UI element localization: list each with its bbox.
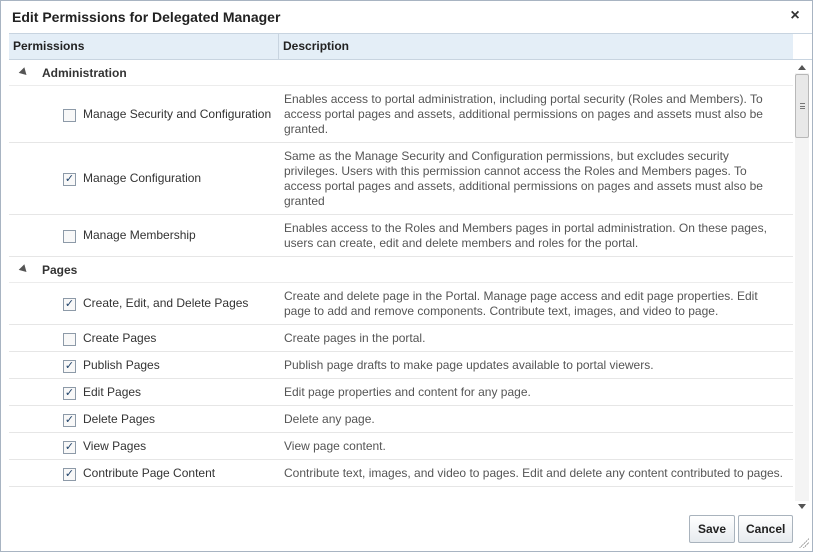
description-cell: View page content.: [284, 439, 386, 453]
table-row: Create Pages Create pages in the portal.: [9, 325, 793, 352]
scrollbar-thumb[interactable]: [795, 74, 809, 138]
description-cell: Same as the Manage Security and Configur…: [284, 149, 763, 208]
cancel-button[interactable]: Cancel: [738, 515, 793, 543]
permission-checkbox[interactable]: ✓: [63, 173, 76, 186]
table-row: ✓ Manage Configuration Same as the Manage …: [9, 143, 793, 215]
description-cell: Create pages in the portal.: [284, 331, 426, 345]
description-column-header[interactable]: Description: [279, 34, 793, 59]
description-cell: Enables access to the Roles and Members …: [284, 221, 767, 250]
collapse-triangle-icon[interactable]: [18, 264, 30, 275]
table-row: Manage Membership Enables access to the R…: [9, 215, 793, 257]
permission-cell: Manage Security and Configuration: [9, 86, 279, 142]
table-row: Manage Security and Configuration Enables…: [9, 86, 793, 143]
permission-cell: Manage Membership: [9, 215, 279, 256]
permission-cell: ✓ Contribute Page Content: [9, 460, 279, 486]
permission-cell: ✓ Delete Pages: [9, 406, 279, 432]
permissions-column-header[interactable]: Permissions: [9, 34, 279, 59]
permission-label: Create, Edit, and Delete Pages: [83, 296, 249, 310]
table-row: ✓ Contribute Page Content Contribute text,…: [9, 460, 793, 487]
group-row-pages[interactable]: Pages: [9, 257, 793, 283]
close-icon[interactable]: ×: [787, 7, 803, 25]
scroll-down-arrow-icon[interactable]: [798, 504, 806, 509]
permissions-table-body: Administration Manage Security and Config…: [9, 60, 793, 515]
collapse-triangle-icon[interactable]: [18, 67, 30, 78]
dialog-footer: Save Cancel: [1, 515, 812, 551]
vertical-scrollbar[interactable]: [794, 60, 810, 515]
grip-icon: [800, 103, 805, 109]
permission-label: Manage Configuration: [83, 171, 202, 185]
permission-cell: ✓ Publish Pages: [9, 352, 279, 378]
permission-label: Manage Membership: [83, 228, 196, 242]
description-cell: Delete any page.: [284, 412, 375, 426]
permission-label: Manage Security and Configuration: [83, 107, 272, 121]
permission-label: Create Pages: [83, 331, 157, 345]
permission-checkbox[interactable]: ✓: [63, 414, 76, 427]
permission-cell: ✓ Edit Pages: [9, 379, 279, 405]
description-cell: Create and delete page in the Portal. Ma…: [284, 289, 758, 318]
permission-cell: ✓ View Pages: [9, 433, 279, 459]
permission-checkbox[interactable]: ✓: [63, 360, 76, 373]
permission-label: Edit Pages: [83, 385, 142, 399]
edit-permissions-dialog: Edit Permissions for Delegated Manager ×…: [0, 0, 813, 552]
description-cell: Enables access to portal administration,…: [284, 92, 763, 136]
permission-checkbox[interactable]: ✓: [63, 468, 76, 481]
dialog-titlebar: Edit Permissions for Delegated Manager ×: [1, 1, 812, 33]
scroll-up-arrow-icon[interactable]: [798, 65, 806, 70]
table-row: ✓ Create, Edit, and Delete Pages Create an…: [9, 283, 793, 325]
permission-cell: Create Pages: [9, 325, 279, 351]
permission-checkbox[interactable]: [63, 230, 76, 243]
permission-label: View Pages: [83, 439, 147, 453]
save-button[interactable]: Save: [689, 515, 735, 543]
permission-checkbox[interactable]: [63, 333, 76, 346]
group-label: Pages: [42, 263, 78, 277]
permission-cell: ✓ Manage Configuration: [9, 143, 279, 214]
description-cell: Contribute text, images, and video to pa…: [284, 466, 783, 480]
resize-grip-icon[interactable]: [799, 538, 809, 548]
description-cell: Edit page properties and content for any…: [284, 385, 531, 399]
permission-label: Delete Pages: [83, 412, 156, 426]
permission-checkbox[interactable]: ✓: [63, 298, 76, 311]
header-filler: [793, 33, 812, 60]
table-row: ✓ View Pages View page content.: [9, 433, 793, 460]
permission-label: Publish Pages: [83, 358, 160, 372]
group-row-administration[interactable]: Administration: [9, 60, 793, 86]
permission-checkbox[interactable]: [63, 109, 76, 122]
permission-checkbox[interactable]: ✓: [63, 441, 76, 454]
group-label: Administration: [42, 66, 127, 80]
permission-checkbox[interactable]: ✓: [63, 387, 76, 400]
table-row: ✓ Edit Pages Edit page properties and cont…: [9, 379, 793, 406]
description-cell: Publish page drafts to make page updates…: [284, 358, 654, 372]
dialog-title: Edit Permissions for Delegated Manager: [12, 9, 281, 25]
table-row: ✓ Delete Pages Delete any page.: [9, 406, 793, 433]
permission-label: Contribute Page Content: [83, 466, 216, 480]
permission-cell: ✓ Create, Edit, and Delete Pages: [9, 283, 279, 324]
table-header: Permissions Description: [9, 33, 793, 60]
table-row: ✓ Publish Pages Publish page drafts to mak…: [9, 352, 793, 379]
